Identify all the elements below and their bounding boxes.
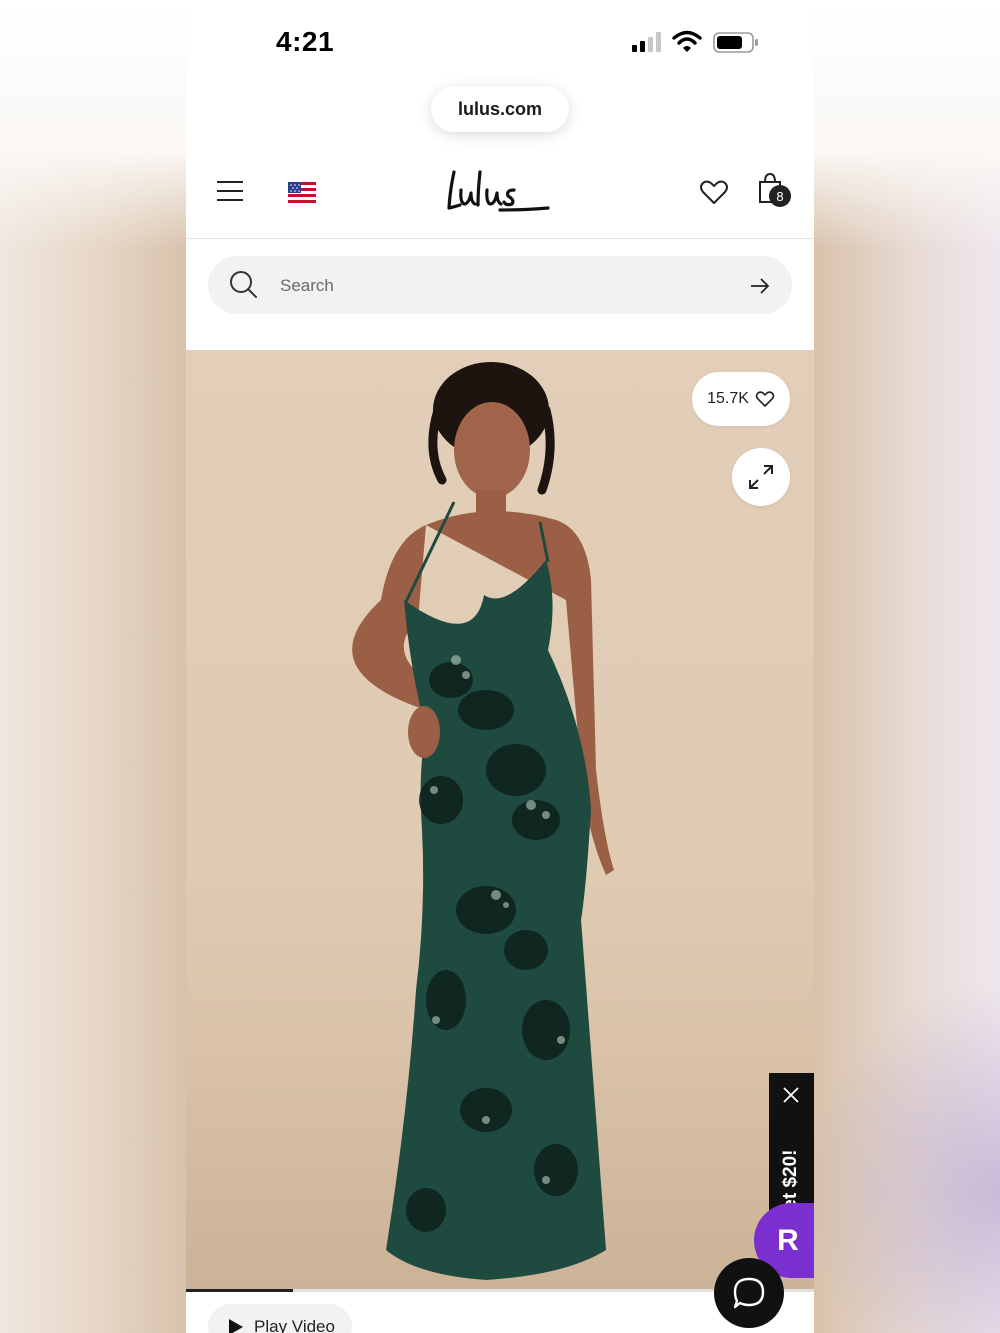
image-progress-fill: [186, 1289, 293, 1292]
play-icon: [229, 1319, 243, 1333]
background-tint: [800, 980, 1000, 1333]
play-video-label: Play Video: [254, 1317, 335, 1333]
search-icon: [230, 271, 257, 298]
lulus-logo[interactable]: [440, 160, 560, 226]
heart-outline-icon: [755, 391, 775, 407]
heart-icon[interactable]: [699, 177, 729, 207]
us-flag-icon[interactable]: [288, 182, 316, 203]
expand-image-button[interactable]: [732, 448, 790, 506]
product-image[interactable]: [186, 350, 814, 1292]
like-button[interactable]: 15.7K: [692, 372, 790, 426]
search-input[interactable]: [278, 256, 722, 316]
status-time: 4:21: [276, 26, 335, 57]
model-in-dress-illustration: [352, 362, 614, 1280]
arrow-right-icon[interactable]: [748, 274, 772, 298]
battery-icon: [713, 32, 758, 53]
expand-icon: [749, 465, 773, 489]
cellular-signal-icon: [632, 32, 661, 52]
cart-count-badge: 8: [769, 185, 791, 207]
header-divider: [186, 238, 814, 239]
rakuten-logo: R: [777, 1223, 799, 1257]
chat-bubble-icon: [733, 1277, 765, 1309]
phone-screen: 4:21 lulus.com 8 Search 15.7K Get $20! R…: [186, 0, 814, 1333]
chat-button[interactable]: [714, 1258, 784, 1328]
likes-count: 15.7K: [707, 390, 749, 407]
promo-tab[interactable]: Get $20!: [769, 1073, 814, 1224]
search-bar[interactable]: [208, 256, 792, 316]
wifi-icon: [672, 30, 702, 52]
close-icon[interactable]: [781, 1085, 801, 1105]
hamburger-menu-icon[interactable]: [216, 178, 244, 204]
play-video-button[interactable]: Play Video: [208, 1304, 352, 1333]
address-bar[interactable]: lulus.com: [431, 86, 569, 132]
